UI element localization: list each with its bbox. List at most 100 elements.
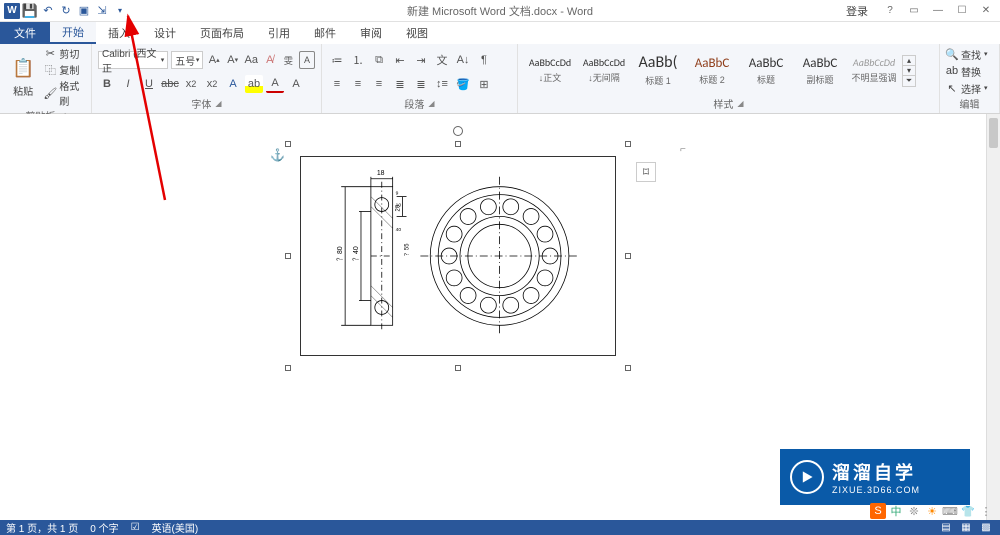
tab-review[interactable]: 审阅 <box>348 22 394 44</box>
text-effect-icon[interactable]: A <box>224 75 242 93</box>
style-item-subtle[interactable]: AaBbCcDd不明显强调 <box>848 47 900 95</box>
resize-handle[interactable] <box>285 141 291 147</box>
font-size-combo[interactable]: 五号▾ <box>171 51 203 69</box>
save-icon[interactable]: 💾 <box>22 3 38 19</box>
status-proof-icon[interactable]: ☑ <box>131 522 140 533</box>
text-direction-icon[interactable]: 文 <box>433 51 451 69</box>
style-item-heading1[interactable]: AaBb(标题 1 <box>632 47 684 95</box>
align-center-icon[interactable]: ≡ <box>349 75 367 93</box>
tray-icon-5[interactable]: ⌨ <box>942 503 958 519</box>
sort-icon[interactable]: A↓ <box>454 51 472 69</box>
resize-handle[interactable] <box>625 141 631 147</box>
vertical-scrollbar[interactable] <box>986 114 1000 520</box>
style-item-title[interactable]: AaBbC标题 <box>740 47 792 95</box>
view-read-icon[interactable]: ▤ <box>938 521 954 534</box>
highlight-icon[interactable]: ab <box>245 75 263 93</box>
minimize-icon[interactable]: ― <box>928 3 948 19</box>
paste-button[interactable]: 📋 粘贴 <box>6 46 40 108</box>
resize-handle[interactable] <box>285 365 291 371</box>
decrease-indent-icon[interactable]: ⇤ <box>391 51 409 69</box>
tab-mailings[interactable]: 邮件 <box>302 22 348 44</box>
qat-custom-icon-1[interactable]: ▣ <box>76 3 92 19</box>
format-painter-button[interactable]: 🖌格式刷 <box>44 78 85 108</box>
dialog-launcher-icon[interactable]: ◢ <box>215 99 221 108</box>
numbering-icon[interactable]: ⒈ <box>349 51 367 69</box>
line-spacing-icon[interactable]: ↕≡ <box>433 75 451 93</box>
char-border-icon[interactable]: A <box>299 51 315 69</box>
superscript-icon[interactable]: x2 <box>203 75 221 93</box>
status-page[interactable]: 第 1 页，共 1 页 <box>6 520 78 535</box>
justify-icon[interactable]: ≣ <box>391 75 409 93</box>
login-link[interactable]: 登录 <box>846 3 868 19</box>
styles-more-icon[interactable]: ⏷ <box>903 76 915 86</box>
select-button[interactable]: ↖选择▾ <box>946 81 993 96</box>
rotate-handle[interactable] <box>453 126 463 136</box>
show-marks-icon[interactable]: ¶ <box>475 51 493 69</box>
qat-custom-icon-2[interactable]: ⇲ <box>94 3 110 19</box>
increase-indent-icon[interactable]: ⇥ <box>412 51 430 69</box>
tray-icon-2[interactable]: 中 <box>888 503 904 519</box>
char-shading-icon[interactable]: A <box>287 75 305 93</box>
change-case-icon[interactable]: Aa <box>244 51 260 69</box>
resize-handle[interactable] <box>625 253 631 259</box>
phonetic-icon[interactable]: 雯 <box>281 51 297 69</box>
view-web-icon[interactable]: ▩ <box>978 521 994 534</box>
resize-handle[interactable] <box>455 365 461 371</box>
bold-icon[interactable]: B <box>98 75 116 93</box>
dialog-launcher-icon[interactable]: ◢ <box>737 99 743 108</box>
tab-references[interactable]: 引用 <box>256 22 302 44</box>
distributed-icon[interactable]: ≣ <box>412 75 430 93</box>
bullets-icon[interactable]: ≔ <box>328 51 346 69</box>
tray-icon-1[interactable]: S <box>870 503 886 519</box>
multilevel-icon[interactable]: ⧉ <box>370 51 388 69</box>
view-print-icon[interactable]: ▦ <box>958 521 974 534</box>
clear-format-icon[interactable]: A̸ <box>262 51 278 69</box>
tray-icon-6[interactable]: 👕 <box>960 503 976 519</box>
style-item-heading2[interactable]: AaBbC标题 2 <box>686 47 738 95</box>
tab-insert[interactable]: 插入 <box>96 22 142 44</box>
style-item-normal[interactable]: AaBbCcDd↓正文 <box>524 47 576 95</box>
find-button[interactable]: 🔍查找▾ <box>946 47 993 62</box>
qat-dropdown-icon[interactable]: ▾ <box>112 3 128 19</box>
styles-down-icon[interactable]: ▾ <box>903 66 915 76</box>
borders-icon[interactable]: ⊞ <box>475 75 493 93</box>
close-icon[interactable]: ✕ <box>976 3 996 19</box>
redo-icon[interactable]: ↻ <box>58 3 74 19</box>
tray-icon-7[interactable]: ⋮ <box>978 503 994 519</box>
scrollbar-thumb[interactable] <box>989 118 998 148</box>
maximize-icon[interactable]: ☐ <box>952 3 972 19</box>
tab-home[interactable]: 开始 <box>50 22 96 44</box>
font-color-icon[interactable]: A <box>266 75 284 93</box>
ribbon-display-icon[interactable]: ▭ <box>904 3 924 19</box>
replace-button[interactable]: ab替换 <box>946 64 993 79</box>
resize-handle[interactable] <box>455 141 461 147</box>
image-selection-frame[interactable]: ⌑ <box>288 144 628 368</box>
tab-layout[interactable]: 页面布局 <box>188 22 256 44</box>
tab-view[interactable]: 视图 <box>394 22 440 44</box>
tray-icon-4[interactable]: ☀ <box>924 503 940 519</box>
style-item-nospacing[interactable]: AaBbCcDd↓无间隔 <box>578 47 630 95</box>
styles-scroll[interactable]: ▴▾⏷ <box>902 55 916 87</box>
tab-design[interactable]: 设计 <box>142 22 188 44</box>
dialog-launcher-icon[interactable]: ◢ <box>428 99 434 108</box>
help-icon[interactable]: ? <box>880 3 900 19</box>
status-words[interactable]: 0 个字 <box>90 520 118 535</box>
grow-font-icon[interactable]: A▴ <box>206 51 222 69</box>
align-left-icon[interactable]: ≡ <box>328 75 346 93</box>
tab-file[interactable]: 文件 <box>0 22 50 44</box>
tray-icon-3[interactable]: ❊ <box>906 503 922 519</box>
styles-up-icon[interactable]: ▴ <box>903 56 915 66</box>
shrink-font-icon[interactable]: A▾ <box>225 51 241 69</box>
shading-icon[interactable]: 🪣 <box>454 75 472 93</box>
underline-icon[interactable]: U <box>140 75 158 93</box>
status-language[interactable]: 英语(美国) <box>152 520 199 535</box>
resize-handle[interactable] <box>625 365 631 371</box>
italic-icon[interactable]: I <box>119 75 137 93</box>
strikethrough-icon[interactable]: abc <box>161 75 179 93</box>
font-name-combo[interactable]: Calibri (西文正▾ <box>98 51 168 69</box>
cut-button[interactable]: ✂剪切 <box>44 46 85 61</box>
subscript-icon[interactable]: x2 <box>182 75 200 93</box>
layout-options-icon[interactable]: ⌑ <box>636 162 656 182</box>
undo-icon[interactable]: ↶ <box>40 3 56 19</box>
style-item-subtitle[interactable]: AaBbC副标题 <box>794 47 846 95</box>
